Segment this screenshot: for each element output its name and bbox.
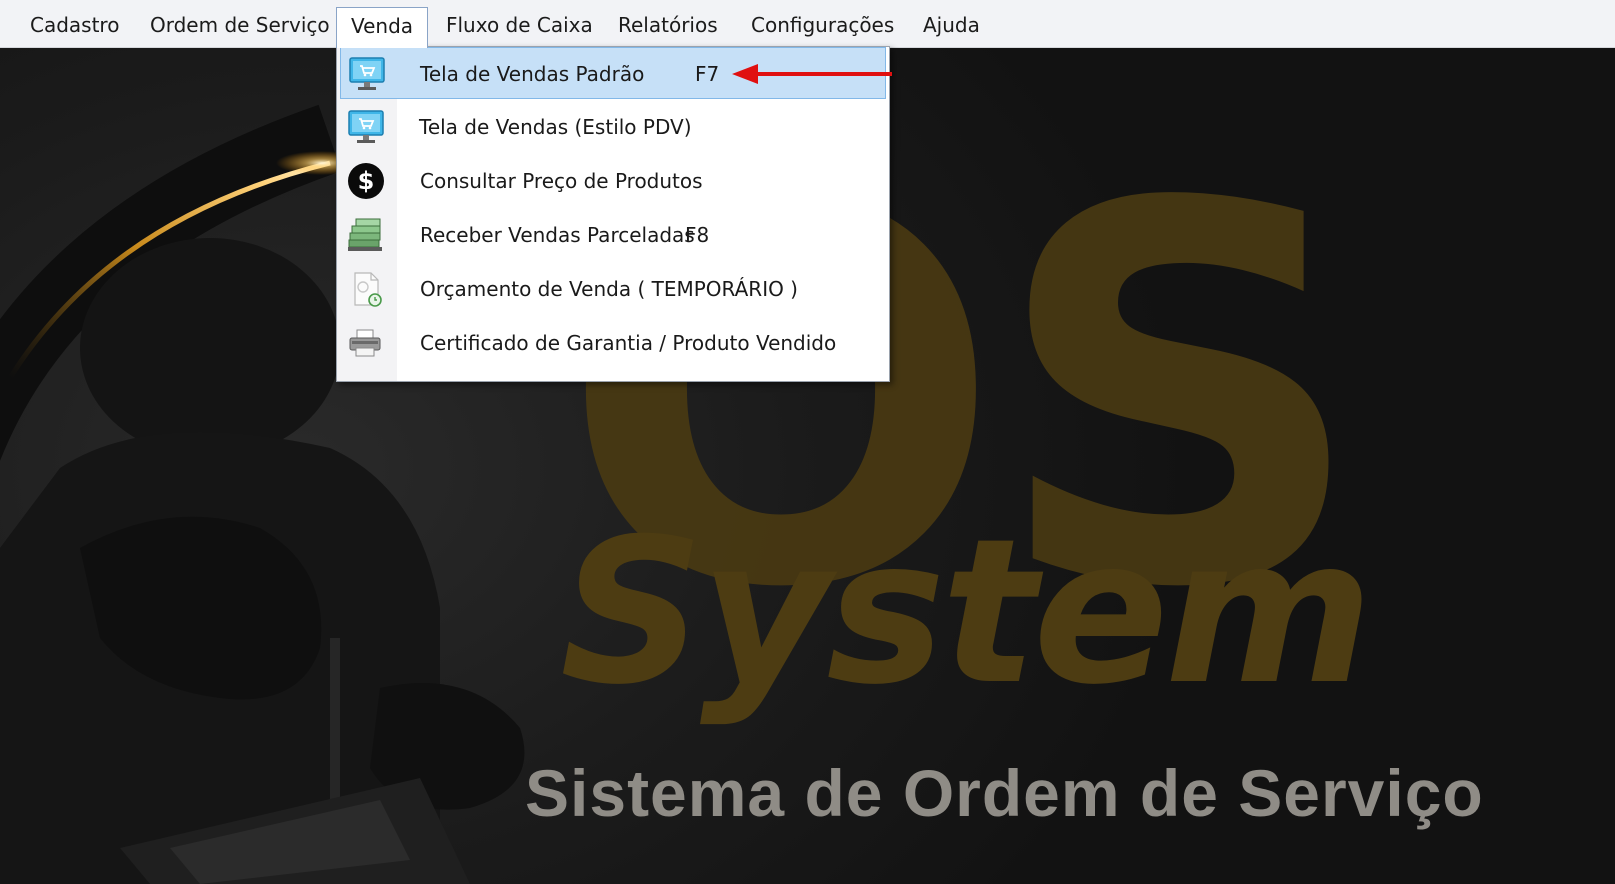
monitor-cart-icon	[347, 55, 387, 93]
menu-ajuda[interactable]: Ajuda	[909, 9, 994, 41]
shortcut-f8: F8	[685, 223, 710, 247]
menu-item-label: Certificado de Garantia / Produto Vendid…	[420, 331, 837, 355]
menu-item-label: Receber Vendas Parceladas	[420, 223, 695, 247]
logo-system: System	[560, 496, 1373, 729]
menu-venda[interactable]: Venda	[336, 7, 429, 48]
menu-item-certificado-de-garantia[interactable]: Certificado de Garantia / Produto Vendid…	[340, 317, 886, 369]
menu-item-label: Tela de Vendas (Estilo PDV)	[419, 115, 692, 139]
menu-item-consultar-preco[interactable]: $ Consultar Preço de Produtos	[340, 155, 886, 207]
menu-item-orcamento-de-venda[interactable]: Orçamento de Venda ( TEMPORÁRIO )	[340, 263, 886, 315]
menu-bar: Cadastro Ordem de Serviço Venda Fluxo de…	[0, 0, 1615, 48]
svg-text:$: $	[358, 167, 375, 195]
menu-item-label: Consultar Preço de Produtos	[420, 169, 703, 193]
menu-item-receber-vendas-parceladas[interactable]: Receber Vendas Parceladas F8	[340, 209, 886, 261]
document-clock-icon	[346, 270, 386, 308]
splash-subtitle: Sistema de Ordem de Serviço	[525, 756, 1484, 830]
red-arrow-icon	[732, 64, 892, 84]
menu-fluxo-de-caixa[interactable]: Fluxo de Caixa	[432, 9, 607, 41]
menu-configuracoes[interactable]: Configurações	[737, 9, 908, 41]
menu-cadastro[interactable]: Cadastro	[16, 9, 133, 41]
money-stack-icon	[346, 216, 386, 254]
menu-item-label: Orçamento de Venda ( TEMPORÁRIO )	[420, 277, 798, 301]
printer-icon	[346, 324, 386, 362]
menu-item-label: Tela de Vendas Padrão	[420, 62, 645, 86]
monitor-cart-icon	[346, 108, 386, 146]
venda-dropdown-menu: Tela de Vendas Padrão F7 Tela de Vendas …	[336, 46, 890, 382]
dollar-icon: $	[346, 162, 386, 200]
shortcut-f7: F7	[695, 62, 720, 86]
menu-item-tela-de-vendas-pdv[interactable]: Tela de Vendas (Estilo PDV)	[340, 101, 886, 153]
menu-relatorios[interactable]: Relatórios	[604, 9, 732, 41]
menu-ordem-de-servico[interactable]: Ordem de Serviço	[136, 9, 344, 41]
